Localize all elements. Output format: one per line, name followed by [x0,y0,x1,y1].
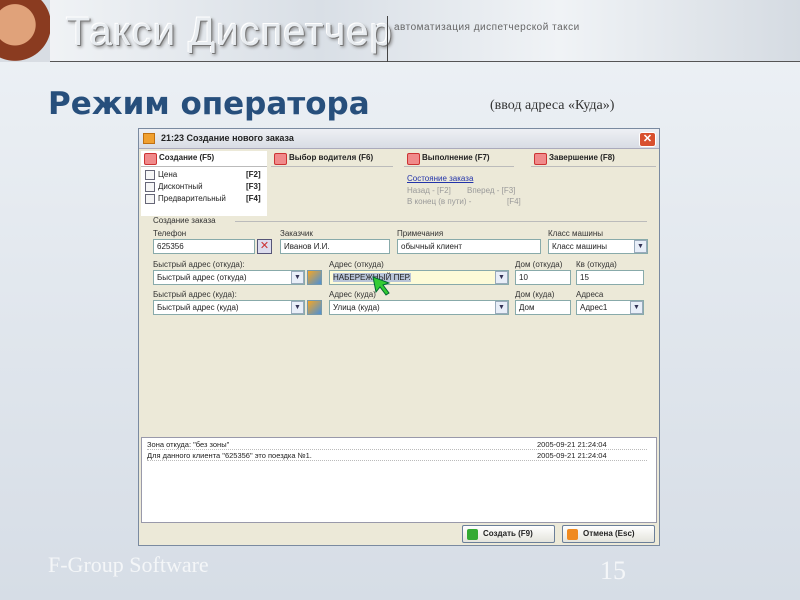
end-hint: В конец (в пути) - [407,197,472,206]
log-time: 2005-09-21 21:24:04 [537,440,607,449]
slide-title: Режим оператора [48,86,370,122]
notes-label: Примечания [397,229,444,238]
section-title: Создание заказа [153,216,216,225]
tab-driver[interactable]: Выбор водителя (F6) [271,151,393,167]
price-checkbox[interactable] [145,170,155,180]
chevron-down-icon[interactable]: ▼ [495,271,508,284]
preorder-checkbox[interactable] [145,194,155,204]
quick-to-label: Быстрый адрес (куда): [153,290,237,299]
end-key: [F4] [507,197,521,206]
log-row: Для данного клиента "625356" это поездка… [147,451,647,461]
create-button[interactable]: Создать (F9) [462,525,555,543]
cancel-icon [567,529,578,540]
create-label: Создать (F9) [483,529,533,538]
divider [387,16,388,62]
title-bar: 21:23 Создание нового заказа ✕ [139,129,659,149]
section-rule [235,221,647,222]
window-title: 21:23 Создание нового заказа [161,133,294,143]
tab-create[interactable]: Создание (F5) [141,151,267,167]
add-address-button[interactable] [307,300,322,315]
customer-input[interactable]: Иванов И.И. [280,239,390,254]
message-log: Зона откуда: "без зоны" 2005-09-21 21:24:… [141,437,657,523]
clear-phone-button[interactable]: ✕ [257,239,272,254]
addr-from-select[interactable]: НАБЕРЕЖНЫЙ ПЕР. [329,270,509,285]
price-key: [F2] [246,170,261,179]
window-icon [143,133,155,144]
tab-create-panel: Создание (F5) Цена [F2] Дисконтный [F3] … [141,151,267,216]
cancel-button[interactable]: Отмена (Esc) [562,525,655,543]
quick-from-select[interactable]: Быстрый адрес (откуда) [153,270,305,285]
slide-subtitle: (ввод адреса «Куда») [490,98,615,113]
forward-hint: Вперед - [F3] [467,186,516,195]
chevron-down-icon[interactable]: ▼ [630,301,643,314]
tab-execution[interactable]: Выполнение (F7) [404,151,514,167]
addr-to-select[interactable]: Улица (куда) [329,300,509,315]
new-order-window: 21:23 Создание нового заказа ✕ Создание … [138,128,660,546]
discount-label: Дисконтный [158,182,203,191]
quick-from-label: Быстрый адрес (откуда): [153,260,245,269]
chevron-down-icon[interactable]: ▼ [495,301,508,314]
operator-photo [0,0,50,62]
apt-from-label: Кв (откуда) [576,260,617,269]
preorder-key: [F4] [246,194,261,203]
chevron-down-icon[interactable]: ▼ [634,240,647,253]
log-text: Для данного клиента "625356" это поездка… [147,451,312,460]
log-time: 2005-09-21 21:24:04 [537,451,607,460]
notes-input[interactable]: обычный клиент [397,239,541,254]
chevron-down-icon[interactable]: ▼ [291,271,304,284]
close-button[interactable]: ✕ [639,132,656,147]
discount-checkbox[interactable] [145,182,155,192]
phone-input[interactable]: 625356 [153,239,255,254]
page-number: 15 [600,556,626,585]
order-status-link[interactable]: Состояние заказа [407,174,473,183]
back-hint: Назад - [F2] [407,186,451,195]
car-class-select[interactable]: Класс машины [548,239,648,254]
footer-company: F-Group Software [48,552,209,577]
quick-to-select[interactable]: Быстрый адрес (куда) [153,300,305,315]
house-from-label: Дом (откуда) [515,260,563,269]
cancel-label: Отмена (Esc) [583,529,635,538]
plus-icon [467,529,478,540]
customer-label: Заказчик [280,229,313,238]
addr-from-label: Адрес (откуда) [329,260,384,269]
chevron-down-icon[interactable]: ▼ [291,301,304,314]
car-class-label: Класс машины [548,229,604,238]
brand-logo: Такси Диспетчер [66,10,393,54]
price-label: Цена [158,170,178,179]
discount-key: [F3] [246,182,261,191]
apt-from-input[interactable]: 15 [576,270,644,285]
preorder-label: Предварительный [158,194,226,203]
addr-to-label: Адрес (куда) [329,290,376,299]
house-from-input[interactable]: 10 [515,270,571,285]
addresses-label: Адреса [576,290,604,299]
house-to-label: Дом (куда) [515,290,555,299]
banner: Такси Диспетчер автоматизация диспетчерс… [0,0,800,62]
add-address-button[interactable] [307,270,322,285]
tagline: автоматизация диспетчерской такси [394,22,580,33]
house-to-input[interactable]: Дом [515,300,571,315]
mouse-cursor-icon [372,276,391,296]
log-text: Зона откуда: "без зоны" [147,440,230,449]
tab-finish[interactable]: Завершение (F8) [531,151,656,167]
phone-label: Телефон [153,229,187,238]
log-row: Зона откуда: "без зоны" 2005-09-21 21:24:… [147,440,647,450]
